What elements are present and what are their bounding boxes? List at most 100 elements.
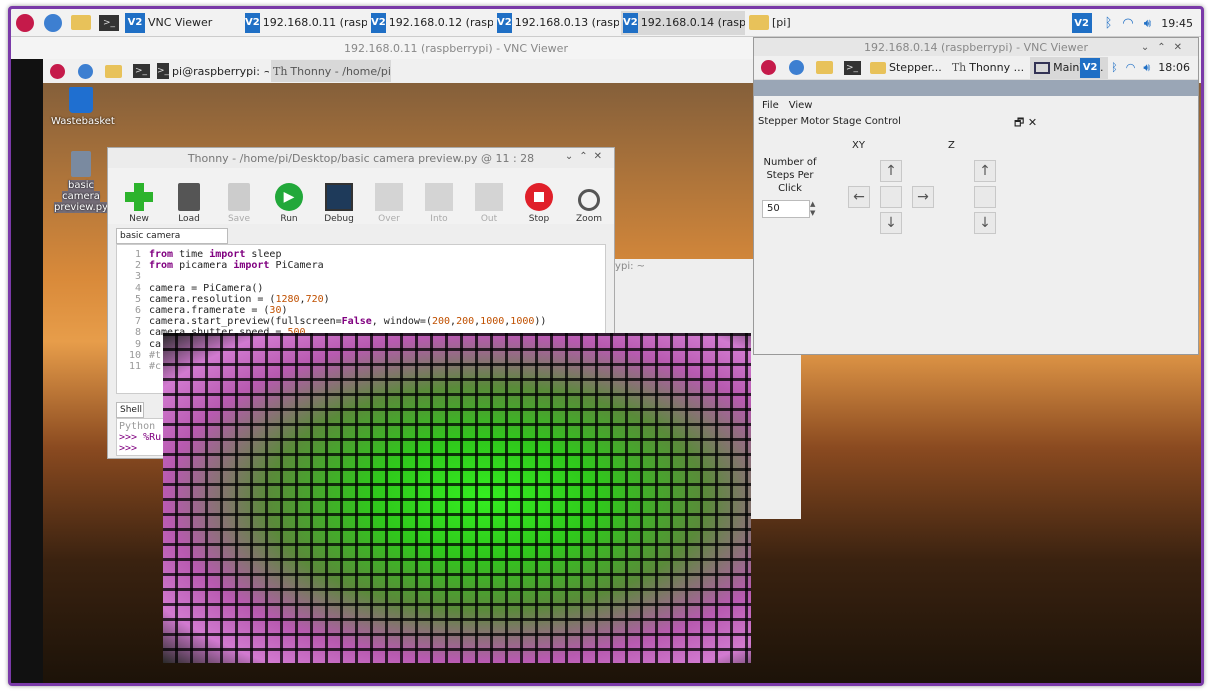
desktop-icon-label: Wastebasket: [51, 116, 115, 127]
vnc-icon: V2: [125, 12, 145, 33]
taskbar-task-terminal[interactable]: >_ pi@raspberrypi: ~: [155, 60, 269, 82]
volume-icon[interactable]: 🔊︎: [1143, 61, 1150, 75]
taskbar-task-vnc-viewer[interactable]: V2 VNC Viewer: [123, 11, 241, 35]
run-button[interactable]: ▶ Run: [264, 183, 314, 224]
step-over-icon: [375, 183, 403, 211]
folder-icon: [749, 15, 769, 30]
folder-icon[interactable]: [813, 57, 835, 79]
trash-icon: [69, 87, 93, 113]
folder-icon: [870, 61, 886, 74]
arrow-left-icon: ←: [853, 189, 865, 205]
restore-close-icons[interactable]: 🗗︎ ✕: [1014, 114, 1037, 133]
wifi-icon[interactable]: ◠: [1122, 16, 1133, 31]
window-controls[interactable]: ⌄⌃✕: [1141, 42, 1190, 53]
shell-tab[interactable]: Shell: [116, 402, 144, 418]
arrow-right-icon: →: [917, 189, 929, 205]
stepper-control-app: File View Stepper Motor Stage Control 🗗︎…: [754, 96, 1198, 354]
taskbar-task-vnc-13[interactable]: V2192.168.0.13 (raspbe...: [495, 11, 619, 35]
folder-icon[interactable]: [70, 12, 92, 34]
zoom-button[interactable]: Zoom: [564, 189, 614, 224]
xy-label: XY: [852, 140, 865, 151]
arrow-up-icon: ↑: [979, 163, 991, 179]
task-label: VNC Viewer: [148, 16, 213, 29]
xy-up-button[interactable]: ↑: [880, 160, 902, 182]
screenshot-frame: >_ V2VNC Viewer V2192.168.0.11 (raspbe..…: [0, 0, 1216, 694]
line-numbers: 1 2 3 4 5 6 7 8 9 10 11: [117, 249, 145, 372]
window-controls[interactable]: ⌄⌃✕: [565, 151, 608, 162]
globe-icon[interactable]: [74, 60, 96, 82]
taskbar-task-vnc-14[interactable]: V2192.168.0.14 (raspbe...: [621, 10, 745, 35]
stop-icon: [525, 183, 553, 211]
globe-icon[interactable]: [785, 57, 807, 79]
menu-view[interactable]: View: [789, 100, 813, 111]
taskbar-task-vnc-12[interactable]: V2192.168.0.12 (raspbe...: [369, 11, 493, 35]
taskbar-task-thonny[interactable]: Th Thonny ...: [948, 57, 1028, 79]
xy-down-button[interactable]: ↓: [880, 212, 902, 234]
load-icon: [178, 183, 200, 211]
z-up-button[interactable]: ↑: [974, 160, 996, 182]
raspberry-pi-menu-icon[interactable]: [46, 60, 68, 82]
step-into-button[interactable]: Into: [414, 183, 464, 224]
taskbar-task-vnc-11[interactable]: V2192.168.0.11 (raspbe...: [243, 11, 367, 35]
taskbar-task-thonny[interactable]: ThThonny - /home/pi/...: [271, 60, 391, 82]
z-center-button[interactable]: [974, 186, 996, 208]
raspberry-pi-menu-icon[interactable]: [757, 57, 779, 79]
steps-spin-buttons[interactable]: ▲ ▼: [810, 200, 818, 218]
terminal-icon[interactable]: >_: [841, 57, 863, 79]
bluetooth-icon[interactable]: ᛒ: [1111, 61, 1118, 74]
debug-icon: [325, 183, 353, 211]
z-down-button[interactable]: ↓: [974, 212, 996, 234]
step-out-button[interactable]: Out: [464, 183, 514, 224]
vnc-icon[interactable]: V2: [1080, 57, 1101, 78]
window-title: Thonny - /home/pi/Desktop/basic camera p…: [187, 151, 535, 165]
step-over-button[interactable]: Over: [364, 183, 414, 224]
task-label: Stepper...: [889, 61, 942, 74]
taskbar-task-pi-folder[interactable]: [pi]: [747, 11, 817, 35]
python-file-desktop-icon[interactable]: basic camera preview.py: [51, 151, 111, 213]
line-number: 6: [134, 305, 141, 317]
terminal-icon[interactable]: >_: [98, 12, 120, 34]
step-into-icon: [425, 183, 453, 211]
xy-left-button[interactable]: ←: [848, 186, 870, 208]
save-button[interactable]: Save: [214, 183, 264, 224]
xy-right-button[interactable]: →: [912, 186, 934, 208]
load-button[interactable]: Load: [164, 183, 214, 224]
thonny-icon: Th: [951, 61, 967, 74]
vnc-icon: V2: [371, 12, 386, 33]
clock: 18:06: [1158, 61, 1190, 74]
z-label: Z: [948, 140, 955, 151]
folder-icon[interactable]: [102, 60, 124, 82]
new-button[interactable]: New: [114, 183, 164, 224]
terminal-icon: >_: [157, 63, 170, 79]
arrow-down-icon: ↓: [885, 215, 897, 231]
host-taskbar: >_ V2VNC Viewer V2192.168.0.11 (raspbe..…: [11, 9, 1201, 37]
line-number: 5: [134, 293, 141, 305]
play-icon: ▶: [275, 183, 303, 211]
line-number: 8: [134, 327, 141, 339]
host-screen: >_ V2VNC Viewer V2192.168.0.11 (raspbe..…: [8, 6, 1204, 686]
task-label: [pi]: [772, 16, 791, 29]
microscope-grid-image: [163, 333, 751, 663]
app-title-strip: [754, 80, 1198, 96]
vnc-icon[interactable]: V2: [1071, 13, 1092, 33]
line-number: 10: [128, 349, 141, 361]
debug-button[interactable]: Debug: [314, 183, 364, 224]
bluetooth-icon[interactable]: ᛒ: [1105, 16, 1113, 31]
globe-icon[interactable]: [42, 12, 64, 34]
steps-input[interactable]: 50: [762, 200, 810, 218]
stop-button[interactable]: Stop: [514, 183, 564, 224]
plus-icon: [125, 183, 153, 211]
volume-icon[interactable]: 🔊︎: [1144, 16, 1152, 31]
menu-file[interactable]: File: [762, 100, 779, 111]
xy-center-button[interactable]: [880, 186, 902, 208]
camera-preview: [163, 333, 751, 663]
editor-tab[interactable]: basic camera preview.py: [116, 228, 228, 255]
step-out-icon: [475, 183, 503, 211]
window-title: 192.168.0.14 (raspberrypi) - VNC Viewer: [864, 40, 1088, 54]
terminal-icon[interactable]: >_: [130, 60, 152, 82]
wastebasket-desktop-icon[interactable]: Wastebasket: [51, 87, 115, 127]
taskbar-task-stepper[interactable]: Stepper...: [866, 57, 946, 79]
raspberry-pi-menu-icon[interactable]: [14, 12, 36, 34]
thonny-title-bar: Thonny - /home/pi/Desktop/basic camera p…: [108, 148, 614, 168]
wifi-icon[interactable]: ◠: [1126, 61, 1136, 74]
